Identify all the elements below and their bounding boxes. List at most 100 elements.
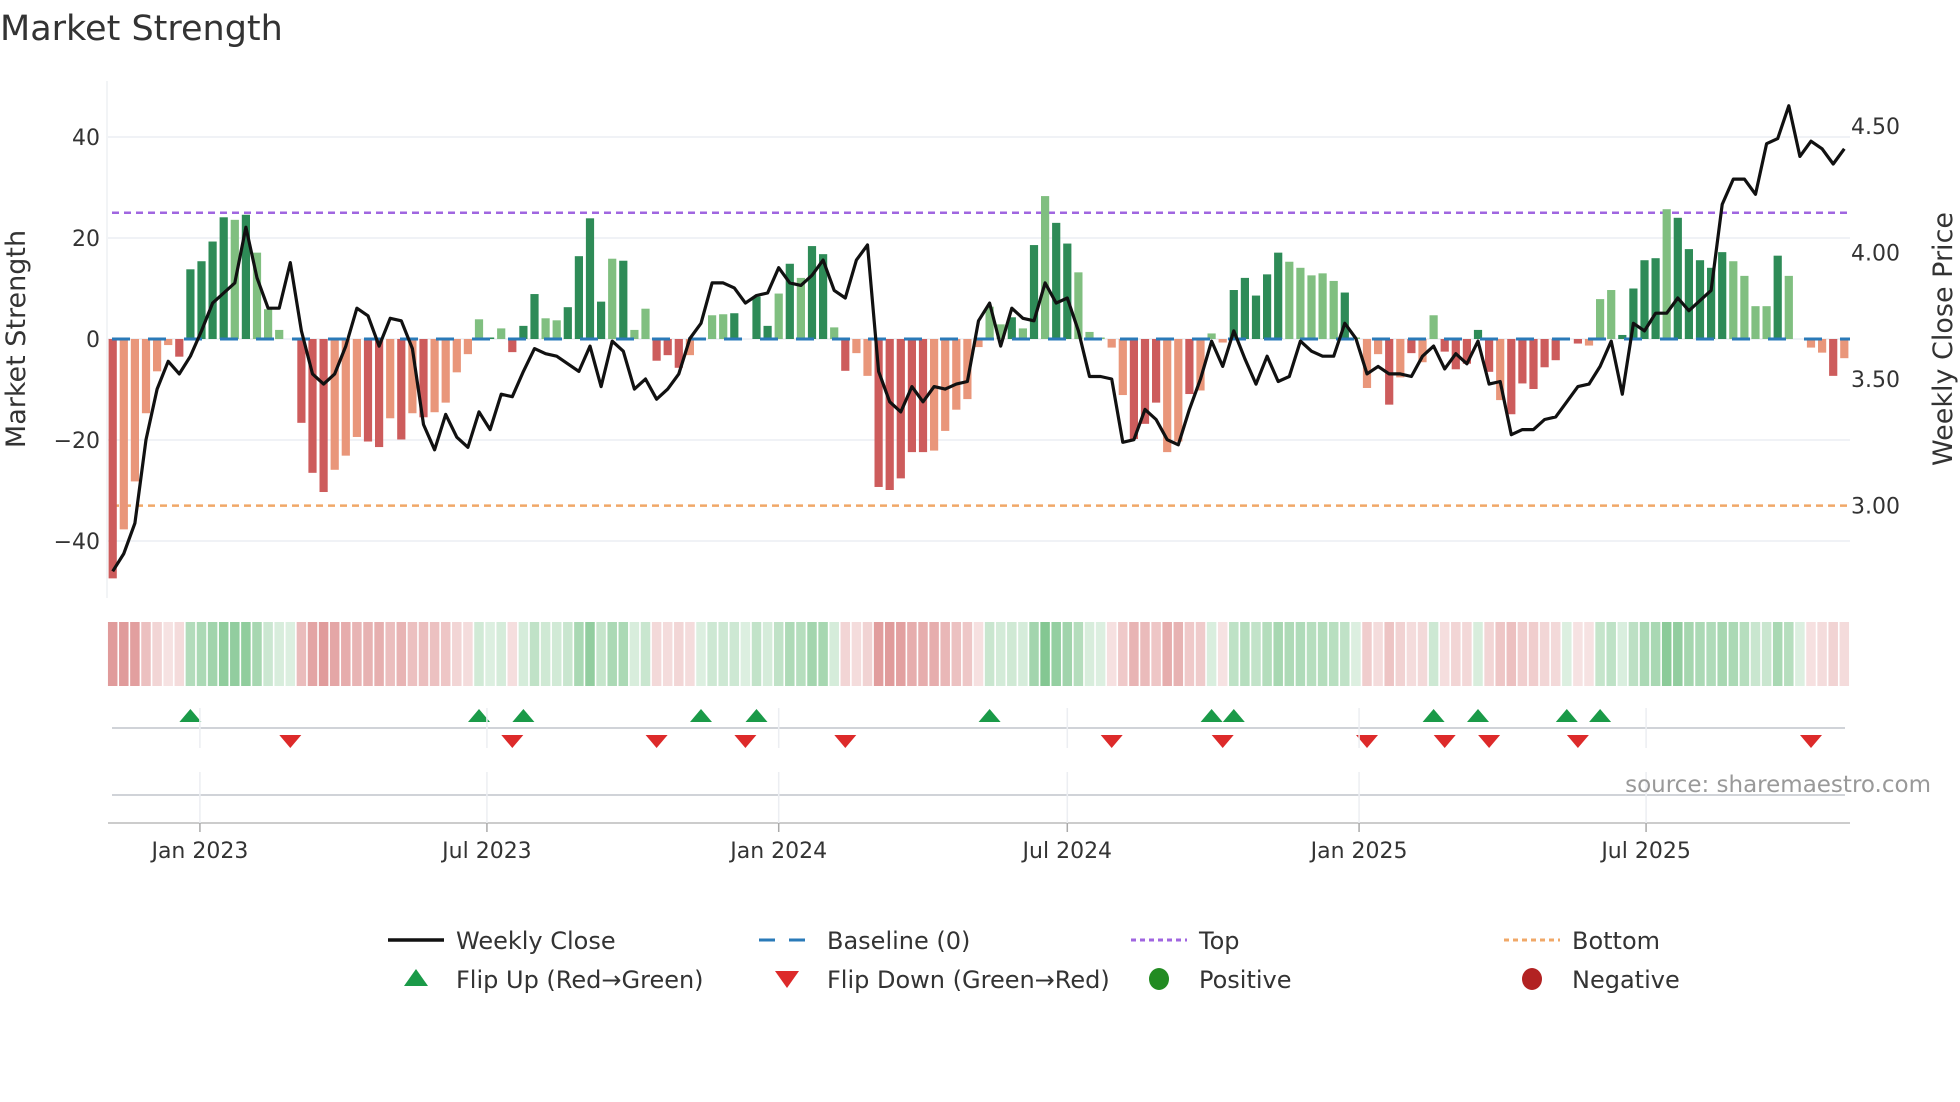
legend-label: Negative [1572,966,1680,994]
strip-cell [685,622,695,686]
strip-cell [1806,622,1816,686]
strip-cell [740,622,751,686]
negative-bar [952,339,961,410]
strip-cell [1539,622,1550,686]
positive-bar [1329,280,1338,339]
negative-bar [1107,339,1116,348]
flip-down-marker [1211,735,1234,748]
strip-cell [1084,622,1095,686]
strip-cell [163,622,173,686]
flip-down-marker [734,735,757,748]
negative-bar [363,339,373,442]
negative-bar [1407,339,1416,354]
strip-cell [374,622,384,686]
strip-cell [718,622,728,686]
strip-cell [1129,622,1139,686]
right-axis-title: Weekly Close Price [1928,212,1959,466]
strip-cell [962,622,973,686]
strip-cell [363,622,373,686]
strip-cell [729,622,740,686]
x-tick-label: Jan 2025 [1309,839,1408,864]
strip-cell [1684,622,1694,686]
negative-bar [397,339,406,440]
left-axis-ticks: 40 20 0 −20 −40 [54,126,100,555]
strength-bars [108,196,1849,579]
strip-cell [907,622,917,686]
strip-cell [1728,622,1739,686]
flip-up-marker [1467,709,1489,722]
strip-cell [1029,622,1039,686]
strip-cell [696,622,706,686]
circle-icon [1522,968,1542,990]
chart-title: Market Strength [0,9,283,49]
negative-bar [941,339,950,431]
x-tick-label: Jul 2023 [440,839,532,864]
strip-cell [1784,622,1794,686]
strip-cell [1395,622,1406,686]
strip-cell [984,622,995,686]
flip-down-marker [1100,735,1123,748]
flip-down-marker [645,735,668,748]
strip-cell [1007,622,1017,686]
negative-bar [352,339,361,437]
flip-markers [112,709,1845,796]
positive-bar [597,301,606,339]
strip-cell [1229,622,1239,686]
strip-cell [829,622,839,686]
strip-cell [551,622,562,686]
strip-cell [629,622,640,686]
strip-cell [618,622,629,686]
strip-cell [396,622,407,686]
positive-bar [719,314,728,339]
positive-bar [830,327,839,339]
strip-cell [884,622,895,686]
strip-cell [1772,622,1783,686]
y-tick-label: 20 [72,227,100,252]
positive-bar [1052,222,1061,339]
strip-cell [1462,622,1472,686]
strip-cell [596,622,606,686]
strip-cell [1095,622,1106,686]
strip-cell [485,622,495,686]
strength-heat-strip [107,622,1850,686]
negative-bar [663,339,672,356]
flip-down-marker [1478,735,1501,748]
strip-cell [1184,622,1195,686]
negative-bar [175,339,184,357]
flip-up-marker [1555,709,1578,722]
strip-cell [1251,622,1261,686]
legend-item: Bottom [1504,927,1660,955]
strip-cell [1262,622,1272,686]
positive-bar [1018,328,1027,339]
strip-cell [1118,622,1128,686]
flip-down-marker [1566,735,1589,748]
flip-up-marker [512,709,535,722]
strip-cell [1051,622,1061,686]
negative-bar [885,339,894,490]
strip-cell [1828,622,1838,686]
positive-bar [1607,290,1616,339]
positive-bar [752,296,761,339]
strip-cell [1750,622,1761,686]
strip-cell [707,622,717,686]
positive-bar [1029,245,1039,339]
strip-cell [1573,622,1583,686]
legend-label: Flip Up (Red→Green) [456,966,704,994]
positive-bar [807,246,817,339]
negative-bar [108,339,117,579]
strip-cell [107,622,118,686]
x-tick-label: Jul 2024 [1021,839,1113,864]
strip-cell [1562,622,1572,686]
strip-cell [973,622,984,686]
positive-bar [1307,275,1316,339]
flip-up-marker [978,709,1001,722]
strip-cell [1528,622,1539,686]
positive-bar [1429,315,1438,339]
strip-cell [773,622,784,686]
strip-cell [1140,622,1150,686]
legend-item: Flip Down (Green→Red) [775,966,1110,994]
y-tick-label: 40 [72,126,100,151]
negative-bar [319,339,328,493]
strip-cell [1673,622,1683,686]
strip-cell [1451,622,1461,686]
